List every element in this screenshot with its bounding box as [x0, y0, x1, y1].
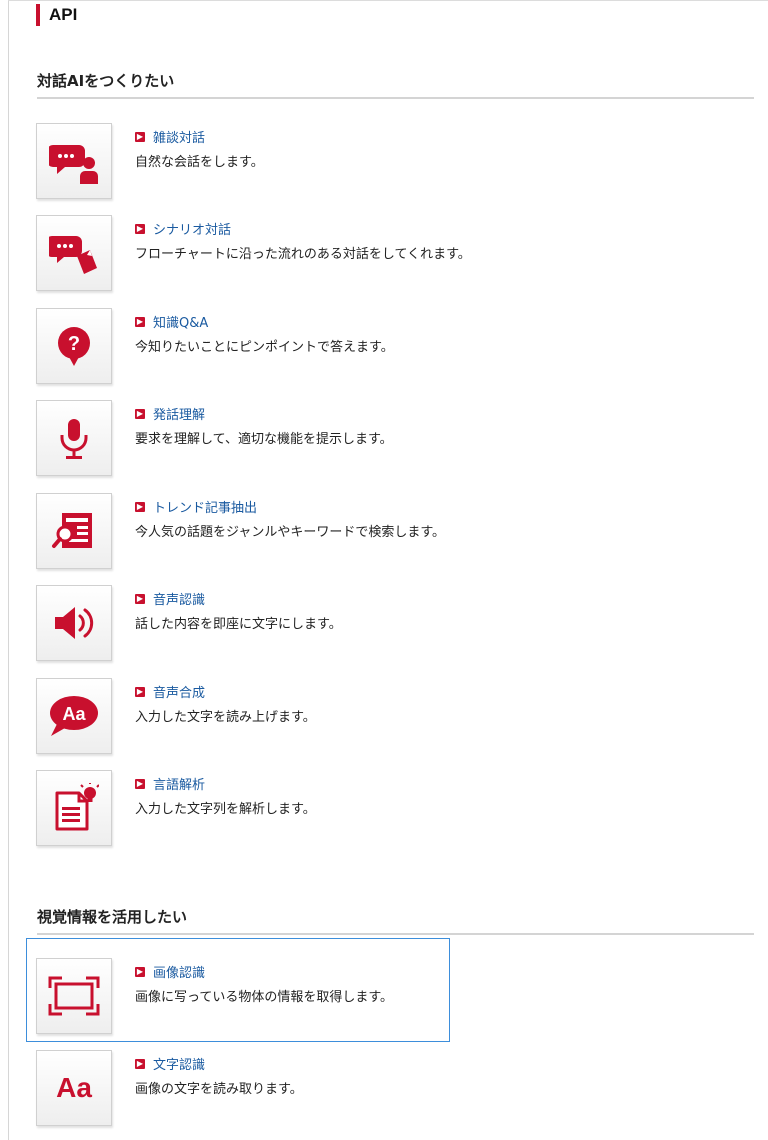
api-item-intent[interactable]: ▶ 発話理解 要求を理解して、適切な機能を提示します。 [36, 400, 736, 480]
speech-bubble-aa-icon[interactable]: Aa [36, 678, 112, 754]
section-title-dialogue-ai: 対話AIをつくりたい [37, 70, 754, 99]
chevron-right-icon: ▶ [135, 686, 145, 697]
api-description: 今人気の話題をジャンルやキーワードで検索します。 [135, 525, 446, 540]
api-item-scenario[interactable]: ▶ シナリオ対話 フローチャートに沿った流れのある対話をしてくれます。 [36, 215, 736, 295]
api-link-label[interactable]: 音声認識 [153, 589, 205, 608]
api-description: 入力した文字列を解析します。 [135, 802, 316, 817]
api-link-speech-recognition[interactable]: ▶ 音声認識 [135, 589, 342, 608]
api-description: 画像に写っている物体の情報を取得します。 [135, 990, 394, 1005]
api-link-trend-articles[interactable]: ▶ トレンド記事抽出 [135, 497, 445, 516]
speaker-icon[interactable] [36, 585, 112, 661]
api-description: 画像の文字を読み取ります。 [135, 1082, 303, 1097]
api-description: 今知りたいことにピンポイントで答えます。 [135, 340, 394, 355]
svg-text:Aa: Aa [62, 704, 86, 724]
api-link-label[interactable]: 音声合成 [153, 682, 205, 701]
section-title-visual-info: 視覚情報を活用したい [37, 906, 754, 935]
chevron-right-icon: ▶ [135, 501, 145, 512]
chevron-right-icon: ▶ [135, 1058, 145, 1069]
chevron-right-icon: ▶ [135, 593, 145, 604]
api-item-chit-chat[interactable]: ▶ 雑談対話 自然な会話をします。 [36, 123, 736, 203]
api-link-label[interactable]: 発話理解 [153, 404, 205, 423]
api-link-label[interactable]: 画像認識 [153, 962, 205, 981]
api-link-text-recognition[interactable]: ▶ 文字認識 [135, 1054, 303, 1073]
image-frame-icon[interactable] [36, 958, 112, 1034]
question-bubble-icon[interactable]: ? [36, 308, 112, 384]
api-link-label[interactable]: 言語解析 [153, 774, 205, 793]
api-item-text-recognition[interactable]: Aa ▶ 文字認識 画像の文字を読み取ります。 [36, 1050, 736, 1130]
api-item-speech-recognition[interactable]: ▶ 音声認識 話した内容を即座に文字にします。 [36, 585, 736, 665]
api-item-trend-articles[interactable]: ▶ トレンド記事抽出 今人気の話題をジャンルやキーワードで検索します。 [36, 493, 736, 573]
api-item-knowledge-qa[interactable]: ? ▶ 知識Q&A 今知りたいことにピンポイントで答えます。 [36, 308, 736, 388]
api-description: 話した内容を即座に文字にします。 [135, 617, 342, 632]
api-link-knowledge-qa[interactable]: ▶ 知識Q&A [135, 312, 394, 331]
chevron-right-icon: ▶ [135, 223, 145, 234]
svg-text:?: ? [68, 333, 80, 355]
api-description: 自然な会話をします。 [135, 155, 264, 170]
api-link-label[interactable]: 知識Q&A [153, 312, 208, 331]
chevron-right-icon: ▶ [135, 316, 145, 327]
api-link-language-analysis[interactable]: ▶ 言語解析 [135, 774, 316, 793]
api-description: 入力した文字を読み上げます。 [135, 710, 316, 725]
news-search-icon[interactable] [36, 493, 112, 569]
document-bulb-icon[interactable] [36, 770, 112, 846]
api-link-image-recognition[interactable]: ▶ 画像認識 [135, 962, 393, 981]
api-link-label[interactable]: シナリオ対話 [153, 219, 231, 238]
api-link-speech-synthesis[interactable]: ▶ 音声合成 [135, 682, 316, 701]
api-link-label[interactable]: トレンド記事抽出 [153, 497, 257, 516]
api-link-intent[interactable]: ▶ 発話理解 [135, 404, 393, 423]
chevron-right-icon: ▶ [135, 131, 145, 142]
api-link-scenario[interactable]: ▶ シナリオ対話 [135, 219, 471, 238]
api-description: 要求を理解して、適切な機能を提示します。 [135, 432, 393, 447]
api-link-label[interactable]: 文字認識 [153, 1054, 205, 1073]
api-link-label[interactable]: 雑談対話 [153, 127, 205, 146]
text-aa-glyph: Aa [56, 1072, 92, 1103]
api-item-image-recognition[interactable]: ▶ 画像認識 画像に写っている物体の情報を取得します。 [36, 958, 736, 1038]
api-description: フローチャートに沿った流れのある対話をしてくれます。 [135, 247, 471, 262]
api-item-speech-synthesis[interactable]: Aa ▶ 音声合成 入力した文字を読み上げます。 [36, 678, 736, 758]
left-border [8, 0, 9, 1140]
top-border [8, 0, 768, 1]
api-link-chit-chat[interactable]: ▶ 雑談対話 [135, 127, 264, 146]
chevron-right-icon: ▶ [135, 778, 145, 789]
chevron-right-icon: ▶ [135, 408, 145, 419]
microphone-icon[interactable] [36, 400, 112, 476]
api-item-language-analysis[interactable]: ▶ 言語解析 入力した文字列を解析します。 [36, 770, 736, 850]
chat-document-icon[interactable] [36, 215, 112, 291]
chevron-right-icon: ▶ [135, 966, 145, 977]
text-aa-icon[interactable]: Aa [36, 1050, 112, 1126]
chat-person-icon[interactable] [36, 123, 112, 199]
page-title: API [36, 4, 77, 26]
